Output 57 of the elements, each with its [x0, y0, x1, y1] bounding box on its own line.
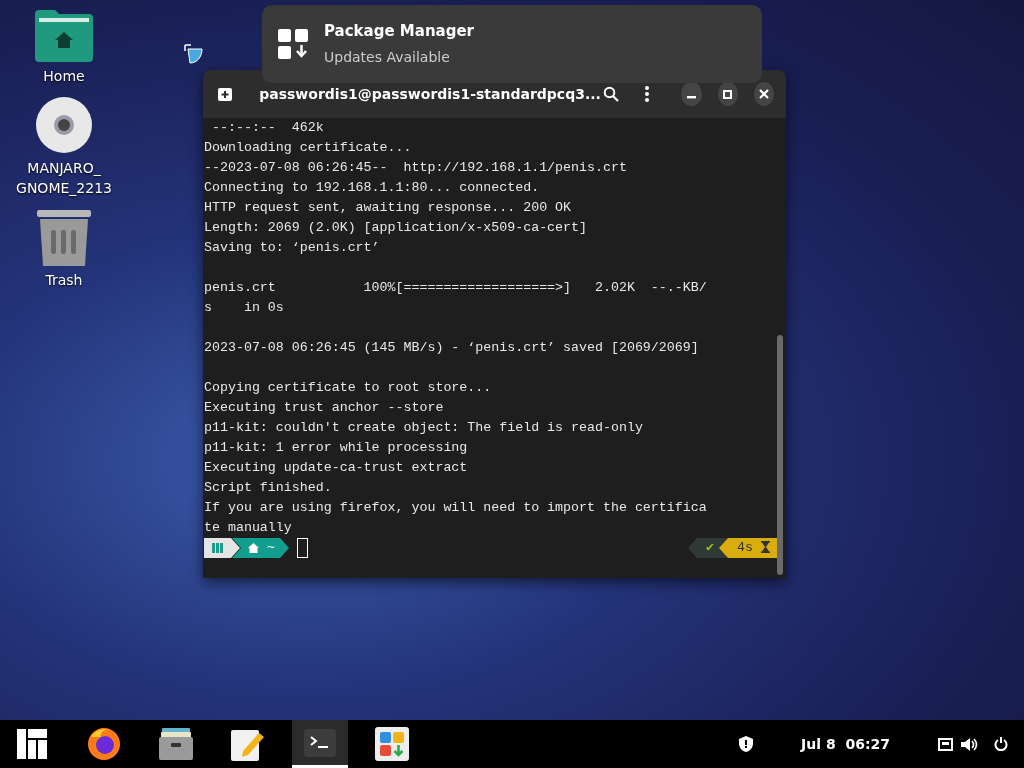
terminal-line: s in 0s — [204, 299, 284, 317]
manjaro-logo-icon — [17, 729, 47, 759]
maximize-button[interactable] — [717, 82, 738, 106]
hourglass-icon — [761, 541, 770, 554]
prompt-logo-segment — [204, 538, 240, 558]
terminal-line: Script finished. — [204, 479, 332, 497]
terminal-line: Executing trust anchor --store — [204, 399, 444, 417]
scrollbar[interactable] — [777, 335, 783, 575]
terminal-line: --:--:-- 462k — [210, 119, 324, 137]
terminal-line: te manually — [204, 519, 292, 537]
minimize-icon — [686, 95, 696, 99]
prompt-directory-segment: ~ — [232, 538, 289, 558]
terminal-line: If you are using firefox, you will need to import the certifica — [204, 499, 707, 517]
desktop-icon-label[interactable]: Home — [43, 66, 85, 86]
trash-icon — [37, 208, 91, 266]
terminal-line: --2023-07-08 06:26:45-- http://192.168.1.1/penis.crt — [204, 159, 627, 177]
browser-icon — [87, 727, 121, 761]
terminal-icon — [304, 728, 336, 757]
terminal-line: Saving to: ‘penis.crt’ — [204, 239, 380, 257]
home-icon — [248, 543, 259, 553]
terminal-line: Executing update-ca-trust extract — [204, 459, 468, 477]
terminal-line: p11-kit: 1 error while processing — [204, 439, 468, 457]
text-cursor — [297, 538, 308, 558]
maximize-icon — [723, 89, 733, 99]
terminal-line: p11-kit: couldn't create object: The field is read-only — [204, 419, 643, 437]
taskbar-app-button[interactable] — [292, 720, 348, 768]
shield-icon[interactable] — [739, 736, 754, 752]
window-title: passwordis1@passwordis1-standardpcq3... — [259, 84, 601, 104]
terminal-line: Length: 2069 (2.0K) [application/x-x509-ca-cert] — [204, 219, 587, 237]
network-icon[interactable] — [938, 737, 953, 751]
software-store-icon — [375, 727, 409, 761]
power-icon[interactable] — [994, 737, 1008, 751]
desktop-icon-label[interactable]: Trash — [45, 270, 83, 290]
disc-icon — [35, 96, 93, 154]
minimize-button[interactable] — [681, 82, 702, 106]
notepad-pencil-icon — [231, 727, 265, 761]
menu-icon — [645, 86, 650, 102]
terminal-line: Downloading certificate... — [204, 139, 412, 157]
terminal-line: Copying certificate to root store... — [204, 379, 492, 397]
search-icon — [603, 86, 619, 102]
app-window-icon — [183, 43, 205, 65]
close-button[interactable] — [753, 82, 774, 106]
new-tab-icon — [218, 87, 233, 101]
clock[interactable]: Jul 8 06:27 — [801, 733, 890, 755]
file-cabinet-icon — [159, 728, 193, 760]
desktop-icon-label[interactable]: MANJARO_ GNOME_2213 — [16, 158, 112, 198]
volume-icon[interactable] — [961, 736, 978, 752]
close-icon — [758, 89, 769, 99]
notification-title: Package Manager — [324, 21, 474, 43]
package-icon — [278, 29, 308, 59]
home-folder-icon — [35, 10, 93, 62]
terminal-line: HTTP request sent, awaiting response... 200 OK — [204, 199, 572, 217]
terminal-line: Connecting to 192.168.1.1:80... connected. — [204, 179, 540, 197]
notification-body: Updates Available — [324, 47, 451, 67]
notification-toast[interactable]: Package Manager Updates Available — [262, 5, 762, 83]
terminal-line: penis.crt 100%[===================>] 2.02K --.-KB/ — [204, 279, 707, 297]
terminal-line: 2023-07-08 06:26:45 (145 MB/s) - ‘penis.crt’ saved [2069/2069] — [204, 339, 699, 357]
